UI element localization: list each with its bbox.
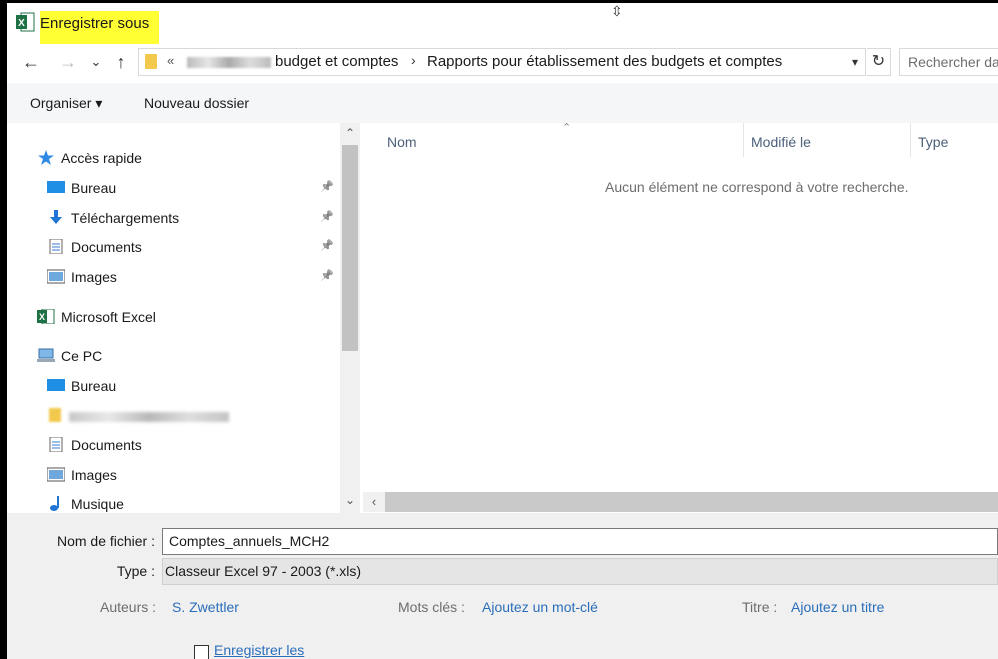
keywords-input[interactable]: Ajoutez un mot-clé xyxy=(482,599,598,615)
folder-icon xyxy=(145,54,157,69)
address-dropdown-icon[interactable]: ▾ xyxy=(845,49,865,75)
type-label: Type : xyxy=(116,563,155,579)
column-divider[interactable] xyxy=(743,123,744,157)
nav-item-label: Bureau xyxy=(71,180,117,196)
nav-item-label: Documents xyxy=(71,239,142,255)
navigation-pane: Accès rapide Bureau Téléchargements Docu… xyxy=(7,123,357,513)
breadcrumb-segment[interactable]: budget et comptes xyxy=(275,53,398,70)
breadcrumb-separator-icon[interactable]: › xyxy=(411,52,416,68)
document-icon xyxy=(49,239,63,254)
svg-text:X: X xyxy=(39,312,45,322)
desktop-icon xyxy=(47,181,65,193)
nav-item-label: Bureau xyxy=(71,378,117,394)
sort-indicator-icon: ⌃ xyxy=(562,122,572,134)
forward-arrow-icon[interactable]: → xyxy=(57,51,79,73)
empty-message: Aucun élément ne correspond à votre rech… xyxy=(605,179,909,195)
scroll-up-icon[interactable]: ⌃ xyxy=(340,126,360,140)
address-bar[interactable]: « budget et comptes › Rapports pour étab… xyxy=(138,48,866,76)
redacted-path-segment xyxy=(187,57,271,68)
nav-item-label: Microsoft Excel xyxy=(61,309,156,325)
nav-item-label: Ce PC xyxy=(61,348,103,364)
redacted-label xyxy=(69,412,229,422)
nav-scrollbar[interactable]: ⌃ ⌄ xyxy=(340,123,360,513)
excel-icon: X xyxy=(16,12,35,32)
file-list: ⌃ Nom Modifié le Type Aucun élément ne c… xyxy=(363,122,998,513)
mouse-cursor-icon: ⇳ xyxy=(611,3,623,19)
filename-input[interactable]: Comptes_annuels_MCH2 xyxy=(162,528,998,555)
authors-label: Auteurs : xyxy=(100,599,157,615)
authors-value[interactable]: S. Zwettler xyxy=(172,599,239,615)
music-note-icon xyxy=(50,496,59,511)
image-icon xyxy=(47,467,65,482)
excel-icon: X xyxy=(37,309,55,324)
nav-item-label: Images xyxy=(71,269,117,285)
desktop-icon xyxy=(47,379,65,391)
download-icon xyxy=(50,210,62,224)
pin-icon[interactable]: 📌 xyxy=(320,269,334,282)
breadcrumb-segment[interactable]: Rapports pour établissement des budgets … xyxy=(427,53,782,70)
refresh-icon[interactable]: ↻ xyxy=(867,48,891,76)
nav-item-label: Téléchargements xyxy=(71,210,180,226)
back-arrow-icon[interactable]: ← xyxy=(20,51,42,73)
horizontal-scrollbar[interactable]: ‹ xyxy=(363,492,998,512)
filename-label: Nom de fichier : xyxy=(56,533,155,549)
scroll-down-icon[interactable]: ⌄ xyxy=(340,493,360,507)
column-header-name[interactable]: Nom xyxy=(387,123,417,161)
column-header-modified[interactable]: Modifié le xyxy=(751,123,811,161)
nav-item-label: Images xyxy=(71,467,117,483)
keywords-label: Mots clés : xyxy=(398,599,465,615)
address-overflow[interactable]: « xyxy=(167,53,174,68)
title-bar: X Enregistrer sous ⇳ xyxy=(7,3,998,44)
file-type-select[interactable]: Classeur Excel 97 - 2003 (*.xls) xyxy=(162,558,998,585)
title-input[interactable]: Ajoutez un titre xyxy=(791,599,884,615)
save-thumbnail-checkbox[interactable] xyxy=(194,645,209,659)
pin-icon[interactable]: 📌 xyxy=(320,239,334,252)
computer-icon xyxy=(37,348,55,362)
save-thumbnail-label[interactable]: Enregistrer les xyxy=(214,642,304,658)
title-label: Titre : xyxy=(742,599,778,615)
scroll-left-icon[interactable]: ‹ xyxy=(363,492,385,512)
svg-text:X: X xyxy=(18,18,25,29)
nav-item-label: Documents xyxy=(71,437,142,453)
save-as-dialog: X Enregistrer sous ⇳ ← → ⌄ ↑ « budget et… xyxy=(7,3,998,659)
search-input[interactable]: Rechercher dans xyxy=(899,48,998,76)
recent-locations-icon[interactable]: ⌄ xyxy=(85,51,107,73)
new-folder-button[interactable]: Nouveau dossier xyxy=(144,95,249,111)
folder-icon xyxy=(49,408,61,422)
pin-icon[interactable]: 📌 xyxy=(320,210,334,223)
window-title: Enregistrer sous xyxy=(40,11,160,44)
column-header-type[interactable]: Type xyxy=(918,123,948,161)
command-bar: Organiser ▾ Nouveau dossier xyxy=(7,83,998,123)
image-icon xyxy=(47,269,65,284)
save-options-panel: Nom de fichier : Comptes_annuels_MCH2 Ty… xyxy=(7,513,998,659)
document-icon xyxy=(49,437,63,452)
scrollbar-thumb[interactable] xyxy=(342,145,358,351)
nav-item-label: Accès rapide xyxy=(61,150,142,166)
star-icon xyxy=(38,150,54,165)
up-arrow-icon[interactable]: ↑ xyxy=(110,51,132,73)
organize-button[interactable]: Organiser ▾ xyxy=(30,95,102,112)
pin-icon[interactable]: 📌 xyxy=(320,180,334,193)
column-divider[interactable] xyxy=(910,123,911,157)
